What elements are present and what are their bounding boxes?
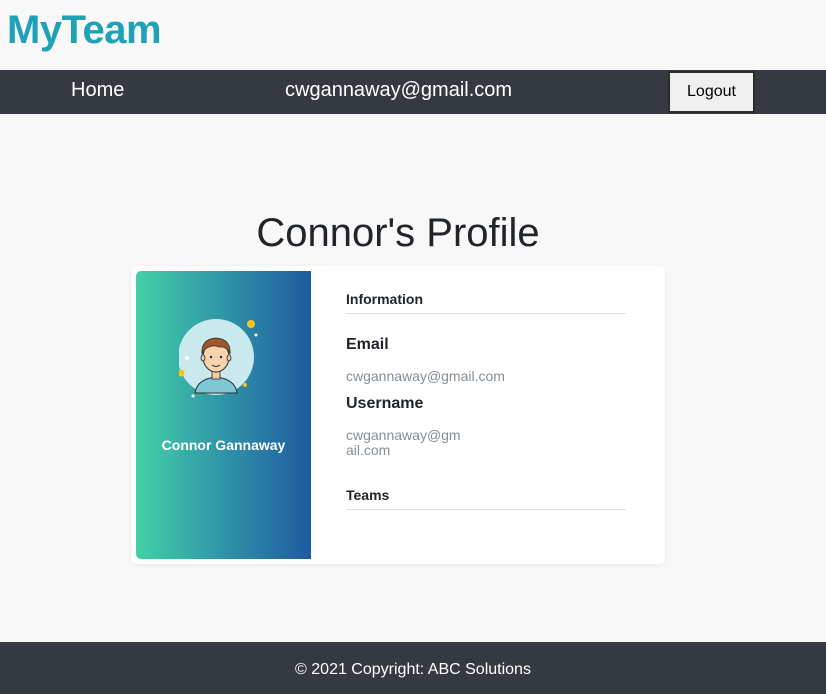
profile-name: Connor Gannaway bbox=[161, 437, 286, 453]
email-label: Email bbox=[346, 336, 389, 353]
profile-card: Connor Gannaway Information Email cwgann… bbox=[131, 266, 665, 564]
page-title: Connor's Profile bbox=[256, 211, 540, 255]
username-value-line-1: cwgannaway@gm bbox=[346, 427, 461, 443]
footer: © 2021 Copyright: ABC Solutions bbox=[0, 642, 826, 694]
information-heading: Information bbox=[346, 291, 626, 314]
nav-home-link[interactable]: Home bbox=[71, 79, 124, 102]
username-value-line-2: ail.com bbox=[346, 442, 391, 458]
brand-logo[interactable]: MyTeam bbox=[7, 8, 162, 53]
username-label: Username bbox=[346, 395, 424, 412]
teams-heading: Teams bbox=[346, 487, 626, 510]
footer-copyright: © 2021 Copyright: ABC Solutions bbox=[295, 661, 531, 678]
logout-button[interactable]: Logout bbox=[668, 71, 755, 113]
profile-card-sidebar: Connor Gannaway bbox=[136, 271, 311, 559]
email-value: cwgannaway@gmail.com bbox=[346, 368, 505, 384]
navbar: Home cwgannaway@gmail.com Logout bbox=[0, 70, 826, 114]
brand-bar: MyTeam bbox=[0, 0, 826, 70]
nav-user-email: cwgannaway@gmail.com bbox=[285, 79, 513, 101]
profile-details: Information Email cwgannaway@gmail.com U… bbox=[346, 266, 626, 564]
avatar-icon bbox=[179, 319, 258, 398]
